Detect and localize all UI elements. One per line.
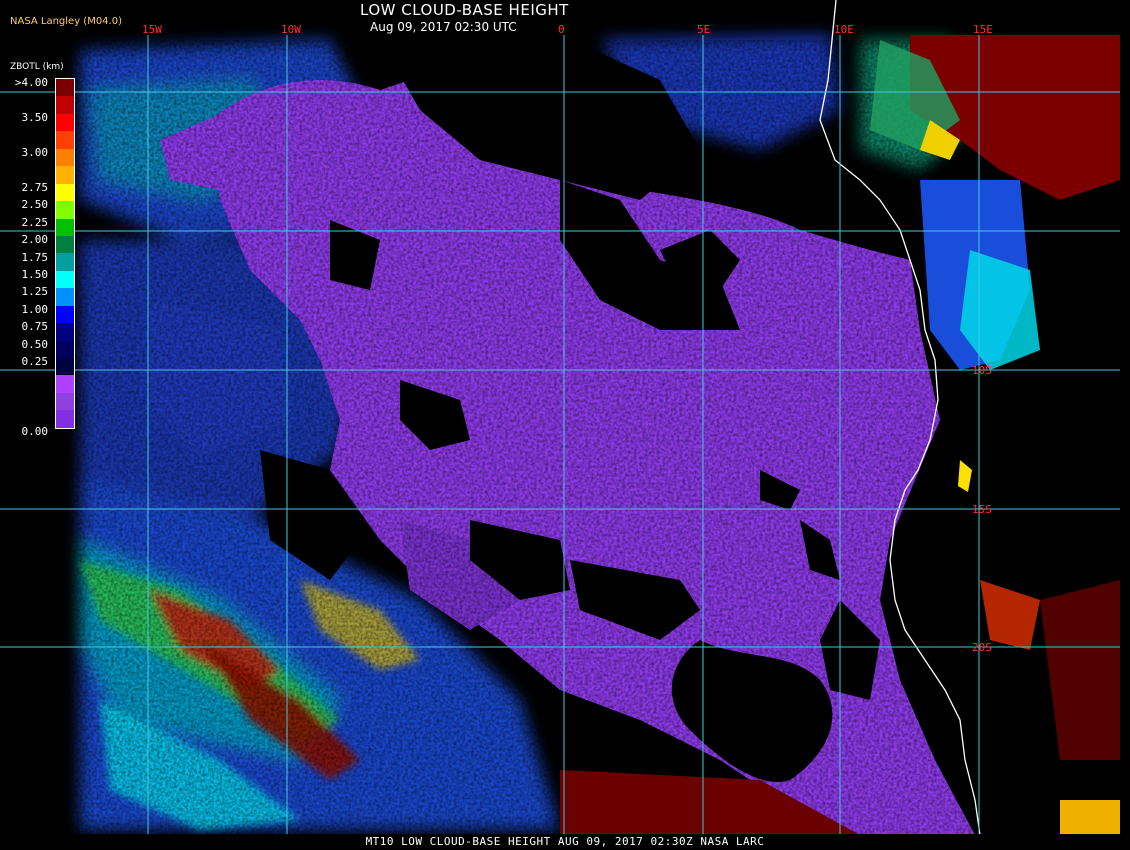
legend-swatch [56, 340, 74, 358]
status-footer: MT10 LOW CLOUD-BASE HEIGHT AUG 09, 2017 … [0, 834, 1130, 850]
legend-label: 2.00 [21, 233, 49, 247]
legend-swatch [56, 375, 74, 393]
satellite-map-viewer: 15W 10W 0 5E 10E 15E 10S 15S 20S LOW CLOUD-BASE … [0, 0, 1130, 850]
legend-label: 1.25 [21, 285, 49, 299]
legend-swatch [56, 288, 74, 306]
legend-color-bar [55, 78, 75, 429]
legend-label: 2.25 [21, 215, 49, 229]
latitude-label: 15S [972, 503, 992, 516]
longitude-label: 15W [142, 23, 162, 36]
legend-swatch [56, 183, 74, 202]
latitude-label: 10S [972, 364, 992, 377]
legend-swatch [56, 410, 74, 428]
legend-swatch [56, 131, 74, 149]
legend-swatch [56, 148, 74, 167]
legend-swatch [56, 96, 74, 114]
longitude-label: 10E [834, 23, 854, 36]
longitude-label: 15E [973, 23, 993, 36]
legend-label: 2.50 [21, 198, 49, 212]
legend-swatch [56, 113, 74, 132]
legend-label: >4.00 [14, 76, 48, 89]
legend-label: 1.50 [21, 267, 49, 281]
longitude-label: 0 [558, 23, 565, 36]
legend-swatch [56, 305, 74, 324]
longitude-label: 10W [281, 23, 301, 36]
legend-swatch [56, 358, 74, 376]
legend-label: 2.75 [21, 180, 49, 194]
longitude-label: 5E [697, 23, 710, 36]
legend-label: 3.50 [21, 110, 49, 124]
legend-swatch [56, 323, 74, 341]
legend-title: ZBOTL (km) [10, 62, 64, 72]
map-title: LOW CLOUD-BASE HEIGHT [360, 1, 569, 19]
legend-swatch [56, 218, 74, 236]
legend-swatch [56, 253, 74, 271]
legend-label: 0.25 [21, 355, 49, 369]
cloud-map: 15W 10W 0 5E 10E 15E 10S 15S 20S [0, 0, 1130, 850]
map-timestamp: Aug 09, 2017 02:30 UTC [370, 20, 517, 34]
legend-label: 1.00 [21, 302, 49, 316]
legend-label: 1.75 [21, 250, 49, 264]
legend-label: 0.75 [21, 320, 49, 334]
legend-label: 3.00 [21, 145, 49, 159]
legend-swatch [56, 235, 74, 254]
color-legend: ZBOTL (km) >4.00 3.50 3.00 2.75 2.50 2.25 2.00… [8, 62, 78, 438]
legend-label: 0.00 [21, 425, 49, 438]
legend-swatch [56, 166, 74, 184]
legend-swatch [56, 79, 74, 97]
legend-swatch [56, 392, 74, 411]
legend-swatch [56, 201, 74, 219]
texture-overlay [0, 40, 1130, 835]
legend-swatch [56, 270, 74, 289]
legend-label: 0.50 [21, 337, 49, 351]
producer-label: NASA Langley (M04.0) [10, 16, 122, 27]
latitude-label: 20S [972, 641, 992, 654]
